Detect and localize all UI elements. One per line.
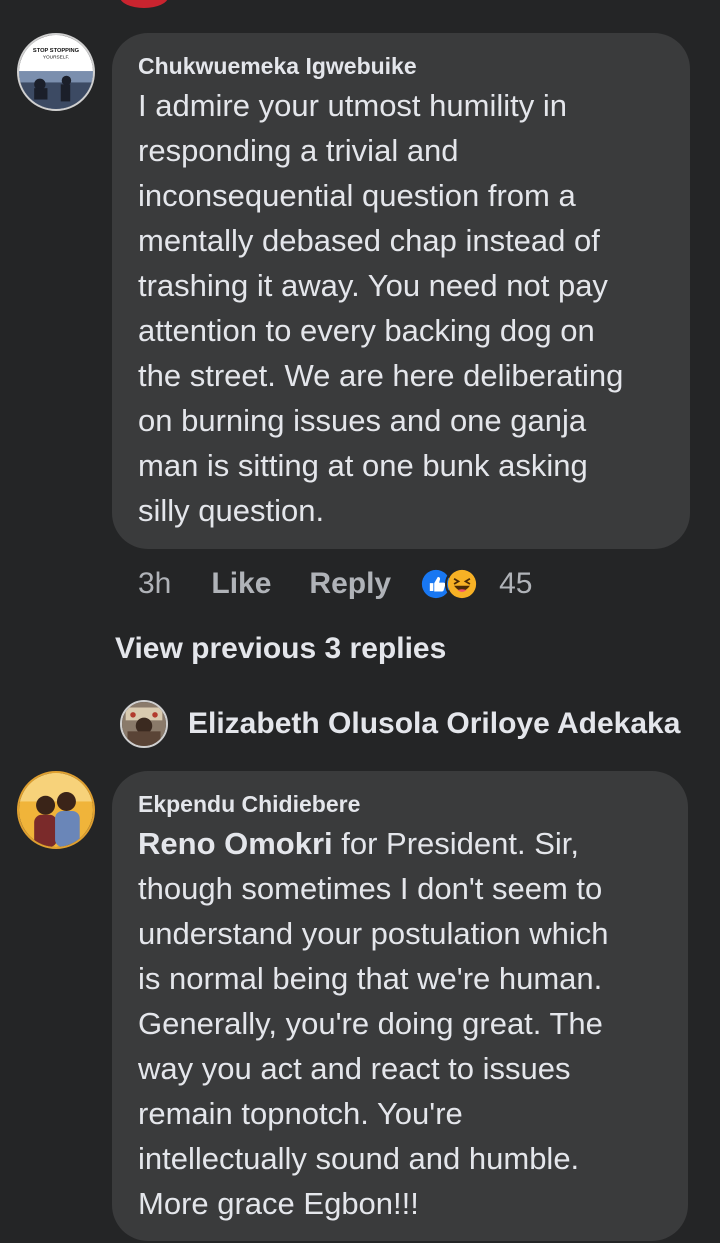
avatar-image-icon <box>122 702 166 746</box>
reply-author[interactable]: Elizabeth Olusola Oriloye Adekaka <box>188 707 680 741</box>
comment-text-line: inconsequential question from a <box>138 178 576 213</box>
comment-text-line: is normal being that we're human. <box>138 961 603 996</box>
comment-timestamp[interactable]: 3h <box>138 567 171 601</box>
reaction-count: 45 <box>499 567 533 600</box>
avatar-image-icon: STOP STOPPING YOURSELF. <box>19 35 93 109</box>
comment-text: Reno Omokri for President. Sir, though s… <box>138 821 608 1226</box>
avatar <box>120 700 168 748</box>
haha-reaction-icon <box>445 567 480 601</box>
comment-text-line: silly question. <box>138 493 325 528</box>
comments-thread: STOP STOPPING YOURSELF. Chukwuemeka Igwe… <box>0 0 720 1243</box>
mention-link[interactable]: Reno Omokri <box>138 826 333 861</box>
comment-text-line: attention to every backing dog on <box>138 313 595 348</box>
comment-text-line: intellectually sound and humble. <box>138 1141 580 1176</box>
comment-text-line: remain topnotch. You're <box>138 1096 463 1131</box>
comment-text-line: understand your postulation which <box>138 916 609 951</box>
comment-text-fragment: for President. Sir, <box>332 826 580 861</box>
comment-text-line: responding a trivial and <box>138 133 459 168</box>
comment-text-line: Generally, you're doing great. The <box>138 1006 603 1041</box>
comment-text-line: man is sitting at one bunk asking <box>138 448 588 483</box>
comment-text-line: though sometimes I don't seem to <box>138 871 603 906</box>
svg-text:YOURSELF.: YOURSELF. <box>43 55 69 61</box>
avatar[interactable] <box>17 771 95 849</box>
avatar[interactable]: STOP STOPPING YOURSELF. <box>17 33 95 111</box>
comment-author[interactable]: Ekpendu Chidiebere <box>138 791 360 818</box>
comment-text-line: More grace Egbon!!! <box>138 1186 419 1221</box>
comment-actions: 3h Like Reply 45 <box>138 564 532 604</box>
reply-button[interactable]: Reply <box>309 567 391 601</box>
comment-text-line: trashing it away. You need not pay <box>138 268 608 303</box>
comment-text-line: on burning issues and one ganja <box>138 403 587 438</box>
comment-text-line: I admire your utmost humility in <box>138 88 567 123</box>
cutoff-avatar <box>120 0 168 8</box>
comment-text: I admire your utmost humility in respondi… <box>138 83 623 533</box>
comment-text-line: mentally debased chap instead of <box>138 223 600 258</box>
like-button[interactable]: Like <box>211 567 271 601</box>
view-previous-replies-link[interactable]: View previous 3 replies <box>115 632 446 666</box>
comment-author[interactable]: Chukwuemeka Igwebuike <box>138 53 417 80</box>
reply-preview[interactable]: Elizabeth Olusola Oriloye Adekaka <box>120 700 680 748</box>
comment-text-line: the street. We are here deliberating <box>138 358 624 393</box>
reactions-summary[interactable]: 45 <box>419 567 532 601</box>
svg-text:STOP STOPPING: STOP STOPPING <box>33 48 80 54</box>
avatar-image-icon <box>19 773 93 847</box>
comment-text-line: Reno Omokri for President. Sir, <box>138 821 608 866</box>
comment-text-line: way you act and react to issues <box>138 1051 571 1086</box>
